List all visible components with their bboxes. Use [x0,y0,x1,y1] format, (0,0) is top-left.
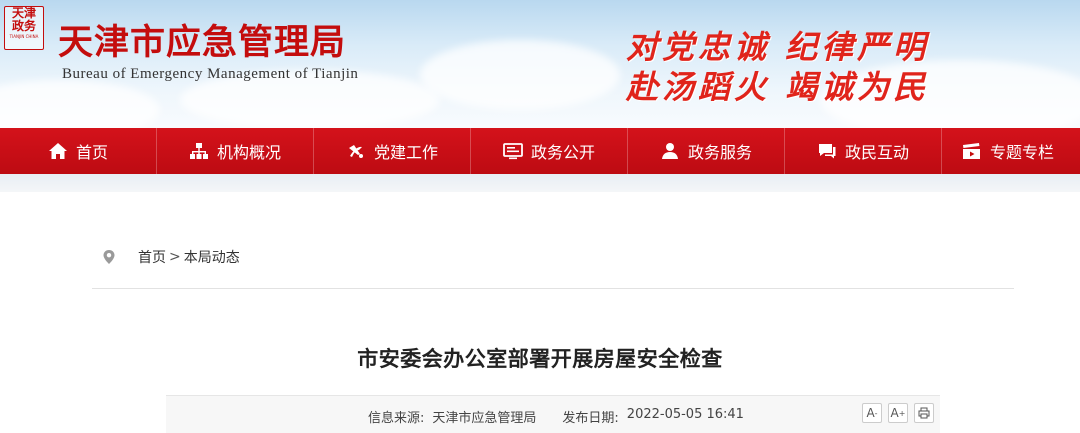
monitor-icon [503,143,523,160]
print-icon [918,407,930,419]
nav-item-label: 政务服务 [687,143,752,162]
site-title[interactable]: 天津市应急管理局 [58,14,346,65]
seal-line-1: 天津 [11,6,36,20]
divider [92,288,1014,289]
font-decrease-label: A [866,406,875,420]
user-icon [661,143,678,159]
nav-item-party[interactable]: 党建工作 [314,128,471,174]
chat-icon [818,144,836,159]
breadcrumb: 首页 > 本局动态 [102,247,240,267]
nav-item-interaction[interactable]: 政民互动 [785,128,942,174]
clapperboard-icon [963,143,980,159]
date-value: 2022-05-05 16:41 [626,407,744,422]
breadcrumb-current[interactable]: 本局动态 [184,247,240,267]
location-pin-icon [103,250,115,264]
font-increase-label: A [890,406,899,420]
article-meta: 信息来源: 天津市应急管理局 发布日期: 2022-05-05 16:41 [368,407,770,426]
nav-item-label: 政务公开 [530,143,595,162]
nav-item-label: 党建工作 [373,143,438,162]
source-label: 信息来源: [368,411,425,426]
breadcrumb-separator: > [169,249,181,265]
print-button[interactable] [914,403,934,423]
header-banner: 天津 政务 TIANJIN CHINA 天津市应急管理局 Bureau of E… [0,0,1080,128]
nav-item-org[interactable]: 机构概况 [157,128,314,174]
nav-item-special[interactable]: 专题专栏 [942,128,1080,174]
font-decrease-button[interactable]: A- [862,403,882,423]
page: 天津 政务 TIANJIN CHINA 天津市应急管理局 Bureau of E… [0,0,1080,433]
seal-caption: TIANJIN CHINA [9,34,39,39]
source-value: 天津市应急管理局 [432,411,537,426]
article-tools: A- A + [862,403,934,423]
nav-item-label: 首页 [75,143,108,162]
party-emblem-icon [348,145,363,158]
home-icon [48,143,67,159]
breadcrumb-home[interactable]: 首页 [138,247,166,267]
nav-item-gov-service[interactable]: 政务服务 [628,128,785,174]
nav-shadow-band [0,174,1080,192]
nav-item-label: 机构概况 [216,143,281,162]
site-subtitle: Bureau of Emergency Management of Tianji… [62,66,359,82]
main-nav: 首页 机构概况 党建工作 政务公开 政务服务 政民互动 专题专栏 [0,128,1080,174]
font-increase-button[interactable]: A + [888,403,908,423]
nav-item-gov-open[interactable]: 政务公开 [471,128,628,174]
org-chart-icon [189,143,208,159]
content-area: 首页 > 本局动态 市安委会办公室部署开展房屋安全检查 信息来源: 天津市应急管… [0,192,1080,433]
seal-line-2: 政务 [11,19,36,33]
article-meta-bar: 信息来源: 天津市应急管理局 发布日期: 2022-05-05 16:41 A-… [166,395,940,433]
article-title: 市安委会办公室部署开展房屋安全检查 [357,347,723,371]
nav-item-home[interactable]: 首页 [0,128,157,174]
date-label: 发布日期: [562,411,619,426]
slogan-line-2: 赴汤蹈火 竭诚为民 [626,68,930,106]
logo-seal[interactable]: 天津 政务 TIANJIN CHINA [4,6,44,50]
nav-item-label: 专题专栏 [990,143,1055,162]
nav-item-label: 政民互动 [844,143,909,162]
